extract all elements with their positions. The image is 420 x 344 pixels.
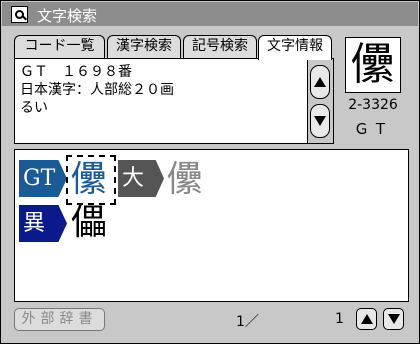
large-badge: 大 bbox=[118, 160, 164, 197]
page-down-button[interactable] bbox=[383, 308, 404, 330]
info-line-gt: ＧＴ １６９８番 bbox=[20, 64, 132, 80]
arrow-up-icon bbox=[314, 77, 326, 87]
page-total: 1 bbox=[335, 311, 344, 327]
external-dictionary-button[interactable]: 外部辞書 bbox=[14, 308, 105, 331]
result-kanji-large[interactable]: 儽 bbox=[167, 160, 203, 200]
app-window: 文字検索 コード一覧 漢字検索 記号検索 文字情報 ＧＴ １６９８番 日本漢字：… bbox=[0, 0, 420, 344]
page-up-button[interactable] bbox=[356, 308, 377, 330]
tab-character-info[interactable]: 文字情報 bbox=[258, 35, 332, 60]
tab-symbol-search[interactable]: 記号検索 bbox=[183, 35, 257, 58]
info-line-reading: るい bbox=[20, 100, 48, 116]
scroll-down-button[interactable] bbox=[310, 104, 330, 138]
arrow-down-icon bbox=[387, 314, 400, 324]
variant-badge: 異 bbox=[19, 205, 67, 242]
arrow-up-icon bbox=[360, 314, 373, 324]
window-title: 文字検索 bbox=[37, 7, 98, 25]
magnifier-icon[interactable] bbox=[11, 6, 28, 23]
character-info-box: ＧＴ １６９８番 日本漢字：人部総２０画 るい bbox=[14, 58, 308, 144]
kanji-code: 2-3326 bbox=[348, 97, 398, 113]
gt-badge: GT bbox=[19, 160, 67, 197]
arrow-down-icon bbox=[314, 116, 326, 126]
results-area: GT 儽 大 儽 異 儡 bbox=[14, 149, 409, 302]
info-scrollbar bbox=[308, 58, 334, 144]
tab-kanji-search[interactable]: 漢字検索 bbox=[107, 35, 181, 58]
font-name: ＧＴ bbox=[353, 120, 392, 138]
page-current: 1／ bbox=[236, 314, 259, 330]
result-kanji-variant[interactable]: 儡 bbox=[71, 203, 107, 243]
result-kanji-gt[interactable]: 儽 bbox=[71, 160, 107, 200]
scroll-up-button[interactable] bbox=[310, 65, 330, 99]
tab-code-list[interactable]: コード一覧 bbox=[14, 35, 105, 58]
title-bar[interactable]: 文字検索 bbox=[2, 2, 418, 26]
info-line-radical: 日本漢字：人部総２０画 bbox=[20, 82, 174, 98]
kanji-preview: 儽 bbox=[345, 37, 401, 93]
